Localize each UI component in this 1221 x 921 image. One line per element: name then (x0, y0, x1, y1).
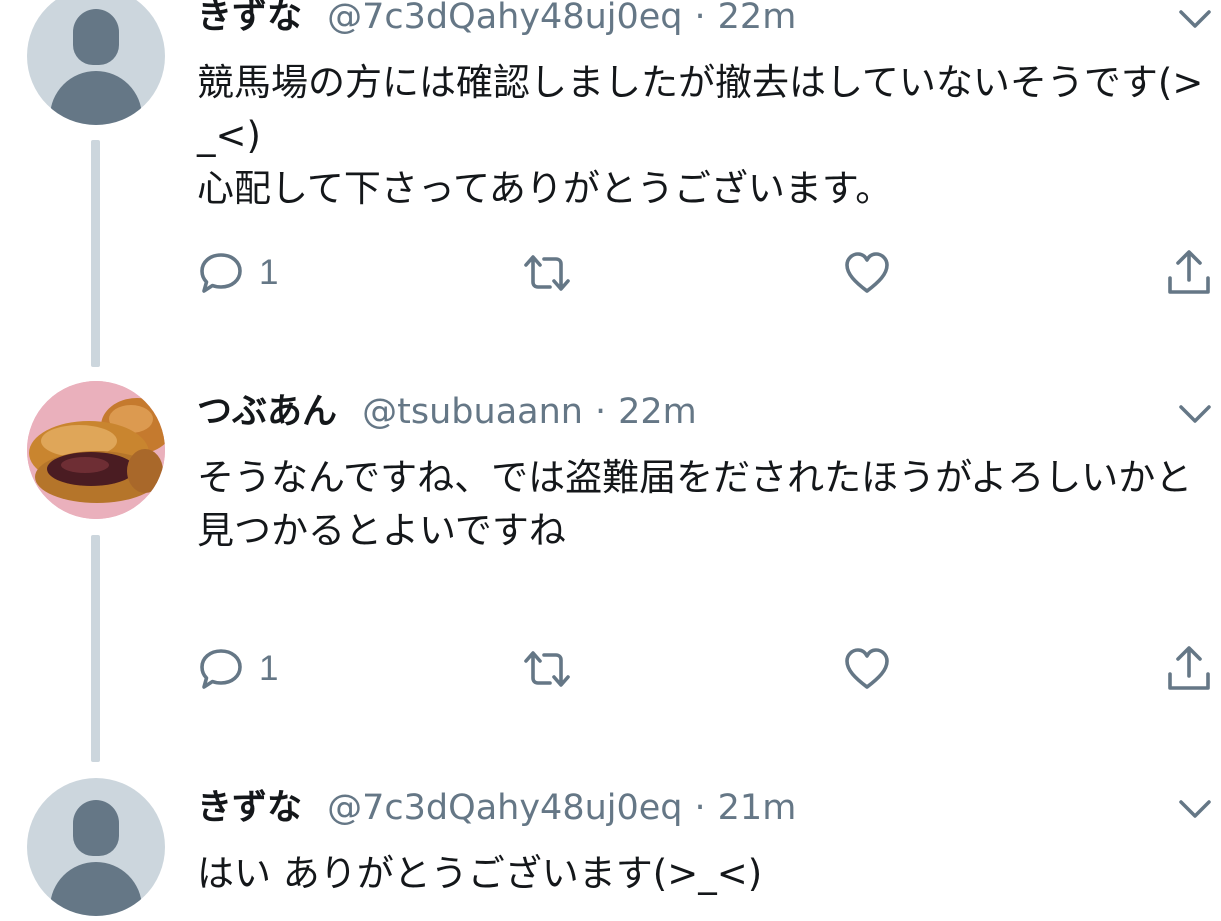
user-handle[interactable]: @7c3dQahy48uj0eq (327, 0, 682, 37)
reply-count: 1 (259, 253, 279, 292)
like-button[interactable] (843, 248, 891, 298)
reply-icon (200, 253, 242, 293)
tweet-text: 競馬場の方には確認しましたが撤去はしていないそうです(>_<) 心配して下さって… (197, 61, 1204, 210)
separator-dot: · (594, 392, 607, 432)
separator-dot: · (694, 788, 706, 828)
display-name[interactable]: つぶあん (197, 392, 337, 432)
chevron-down-icon (1179, 10, 1211, 28)
thread-line (91, 140, 100, 367)
timestamp[interactable]: 22m (718, 0, 797, 37)
chevron-down-icon (1179, 405, 1211, 423)
share-button[interactable] (1164, 248, 1214, 298)
tweet-header: きずな @7c3dQahy48uj0eq · 22m (197, 0, 796, 40)
avatar[interactable] (27, 778, 165, 916)
more-menu-button[interactable] (1172, 0, 1218, 40)
display-name[interactable]: きずな (197, 0, 302, 37)
reply-button[interactable]: 1 (197, 644, 278, 694)
timestamp[interactable]: 21m (718, 788, 797, 828)
avatar[interactable] (27, 0, 165, 125)
timestamp[interactable]: 22m (618, 392, 697, 432)
reply-icon (200, 649, 242, 689)
tweet-header: きずな @7c3dQahy48uj0eq · 21m (197, 785, 796, 831)
share-icon (1168, 646, 1210, 690)
more-menu-button[interactable] (1172, 395, 1218, 435)
retweet-icon (524, 651, 570, 687)
avatar[interactable] (27, 381, 165, 519)
tweet-text: そうなんですね、では盗難届をだされたほうがよろしいかと 見つかるとよいですね (197, 456, 1193, 552)
retweet-icon (524, 255, 570, 291)
share-icon (1168, 250, 1210, 294)
share-button[interactable] (1164, 644, 1214, 694)
chevron-down-icon (1179, 800, 1211, 818)
reply-button[interactable]: 1 (197, 248, 278, 298)
reply-count: 1 (259, 649, 279, 688)
thread-line (91, 535, 100, 762)
user-handle[interactable]: @tsubuaann (362, 392, 583, 432)
more-menu-button[interactable] (1172, 790, 1218, 830)
tweet-header: つぶあん @tsubuaann · 22m (197, 389, 697, 435)
heart-icon (845, 252, 889, 293)
bread-photo (27, 381, 165, 519)
separator-dot: · (694, 0, 706, 37)
retweet-button[interactable] (520, 248, 574, 298)
user-handle[interactable]: @7c3dQahy48uj0eq (327, 788, 682, 828)
retweet-button[interactable] (520, 644, 574, 694)
heart-icon (845, 648, 889, 689)
display-name[interactable]: きずな (197, 788, 302, 828)
tweet-text: はい ありがとうございます(>_<) (197, 852, 763, 895)
like-button[interactable] (843, 644, 891, 694)
